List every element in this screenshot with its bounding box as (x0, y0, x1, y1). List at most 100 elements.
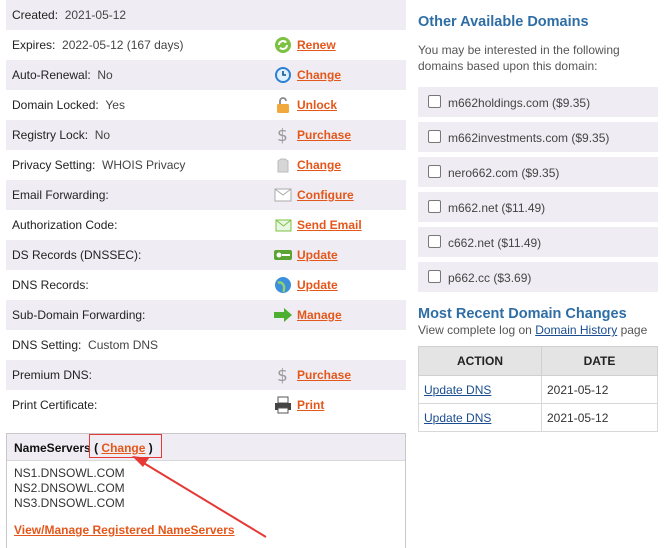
renew-link[interactable]: Renew (297, 38, 336, 52)
clock-icon[interactable] (272, 64, 294, 86)
domain-option-label: p662.cc ($3.69) (448, 271, 532, 285)
domain-details-table: Created: 2021-05-12 Expires: 2022-05-12 … (6, 0, 406, 420)
column-header-action: ACTION (418, 346, 542, 376)
domain-checkbox[interactable] (428, 130, 441, 143)
row-label: Registry Lock: (12, 128, 89, 142)
nameserver-item: NS2.DNSOWL.COM (14, 481, 125, 495)
table-row: Update DNS 2021-05-12 (418, 375, 658, 404)
send-mail-icon[interactable] (272, 214, 294, 236)
row-label: Authorization Code: (12, 218, 118, 232)
row-label: Auto-Renewal: (12, 68, 91, 82)
manage-nameservers-link[interactable]: View/Manage Registered NameServers (14, 523, 235, 537)
row-value: No (94, 128, 111, 142)
envelope-icon[interactable] (272, 184, 294, 206)
domain-option-label: m662.net ($11.49) (448, 201, 546, 215)
manage-link[interactable]: Manage (297, 308, 342, 322)
row-authorization-code: Authorization Code: Send Email (6, 210, 406, 240)
svg-text:$: $ (277, 366, 288, 386)
domain-option[interactable]: nero662.com ($9.35) (418, 157, 658, 187)
domain-option[interactable]: m662holdings.com ($9.35) (418, 87, 658, 117)
row-value: Yes (105, 98, 125, 112)
unlock-link[interactable]: Unlock (297, 98, 337, 112)
row-email-forwarding: Email Forwarding: Configure (6, 180, 406, 210)
printer-icon[interactable] (272, 394, 294, 416)
row-domain-locked: Domain Locked: Yes Unlock (6, 90, 406, 120)
row-dns-records: DNS Records: Update (6, 270, 406, 300)
row-auto-renewal: Auto-Renewal: No Change (6, 60, 406, 90)
dollar-icon[interactable]: $ (272, 364, 294, 386)
desc-line: You may be interested in the following (418, 43, 620, 57)
row-label: Email Forwarding: (12, 188, 109, 202)
recent-changes-table: ACTION DATE Update DNS 2021-05-12 Update… (418, 346, 658, 432)
auto-renewal-change-link[interactable]: Change (297, 68, 341, 82)
row-value: 2021-05-12 (64, 8, 127, 22)
domain-option[interactable]: p662.cc ($3.69) (418, 262, 658, 292)
domain-checkbox[interactable] (428, 165, 441, 178)
change-action-link[interactable]: Update DNS (424, 383, 491, 397)
desc-suffix: page (620, 323, 648, 337)
row-sub-domain-forwarding: Sub-Domain Forwarding: Manage (6, 300, 406, 330)
registry-lock-purchase-link[interactable]: Purchase (297, 128, 351, 142)
row-print-certificate: Print Certificate: Print (6, 390, 406, 420)
domain-checkbox[interactable] (428, 200, 441, 213)
row-expires: Expires: 2022-05-12 (167 days) Renew (6, 30, 406, 60)
row-label: Premium DNS: (12, 368, 93, 382)
row-label: Created: (12, 8, 59, 22)
row-value: 2022-05-12 (167 days) (62, 38, 184, 52)
row-label: DNS Records: (12, 278, 89, 292)
key-icon[interactable] (272, 244, 294, 266)
dollar-icon[interactable]: $ (272, 124, 294, 146)
row-label: Sub-Domain Forwarding: (12, 308, 146, 322)
other-domains-title: Other Available Domains (418, 14, 589, 30)
domain-option[interactable]: m662.net ($11.49) (418, 192, 658, 222)
svg-text:$: $ (277, 126, 288, 146)
premium-dns-purchase-link[interactable]: Purchase (297, 368, 351, 382)
dns-records-update-link[interactable]: Update (297, 278, 338, 292)
row-value: No (97, 68, 113, 82)
domain-option-label: nero662.com ($9.35) (448, 166, 560, 180)
renew-icon[interactable] (272, 34, 294, 56)
row-premium-dns: Premium DNS: $ Purchase (6, 360, 406, 390)
domain-history-link[interactable]: Domain History (535, 323, 617, 337)
change-date: 2021-05-12 (541, 403, 658, 432)
row-label: Privacy Setting: (12, 158, 96, 172)
domain-option[interactable]: m662investments.com ($9.35) (418, 122, 658, 152)
nameserver-item: NS1.DNSOWL.COM (14, 466, 125, 480)
other-domains-description: You may be interested in the following d… (418, 42, 620, 74)
send-email-link[interactable]: Send Email (297, 218, 362, 232)
change-date: 2021-05-12 (541, 375, 658, 404)
globe-icon[interactable] (272, 274, 294, 296)
arrow-right-icon[interactable] (272, 304, 294, 326)
row-dns-setting: DNS Setting: Custom DNS (6, 330, 406, 360)
row-label: DS Records (DNSSEC): (12, 248, 142, 262)
table-row: Update DNS 2021-05-12 (418, 403, 658, 432)
configure-link[interactable]: Configure (297, 188, 354, 202)
row-privacy-setting: Privacy Setting: WHOIS Privacy Change (6, 150, 406, 180)
row-value: Custom DNS (88, 338, 159, 352)
domain-option-label: m662holdings.com ($9.35) (448, 96, 591, 110)
domain-checkbox[interactable] (428, 95, 441, 108)
desc-prefix: View complete log on (418, 323, 532, 337)
privacy-icon[interactable] (272, 154, 294, 176)
domain-checkbox[interactable] (428, 235, 441, 248)
change-action-link[interactable]: Update DNS (424, 411, 491, 425)
row-registry-lock: Registry Lock: No $ Purchase (6, 120, 406, 150)
row-label: Domain Locked: (12, 98, 99, 112)
domain-checkbox[interactable] (428, 270, 441, 283)
domain-option-label: c662.net ($11.49) (448, 236, 542, 250)
nameserver-list: NS1.DNSOWL.COM NS2.DNSOWL.COM NS3.DNSOWL… (14, 466, 125, 511)
print-link[interactable]: Print (297, 398, 324, 412)
recent-changes-title: Most Recent Domain Changes (418, 306, 627, 322)
privacy-change-link[interactable]: Change (297, 158, 341, 172)
row-label: Expires: (12, 38, 56, 52)
domain-option[interactable]: c662.net ($11.49) (418, 227, 658, 257)
recent-changes-description: View complete log on Domain History page (418, 322, 647, 338)
row-value: WHOIS Privacy (102, 158, 186, 172)
column-header-date: DATE (541, 346, 658, 376)
row-label: DNS Setting: (12, 338, 82, 352)
desc-line: domains based upon this domain: (418, 59, 598, 73)
domain-option-label: m662investments.com ($9.35) (448, 131, 610, 145)
ds-records-update-link[interactable]: Update (297, 248, 338, 262)
lock-icon[interactable] (272, 94, 294, 116)
row-created: Created: 2021-05-12 (6, 0, 406, 30)
